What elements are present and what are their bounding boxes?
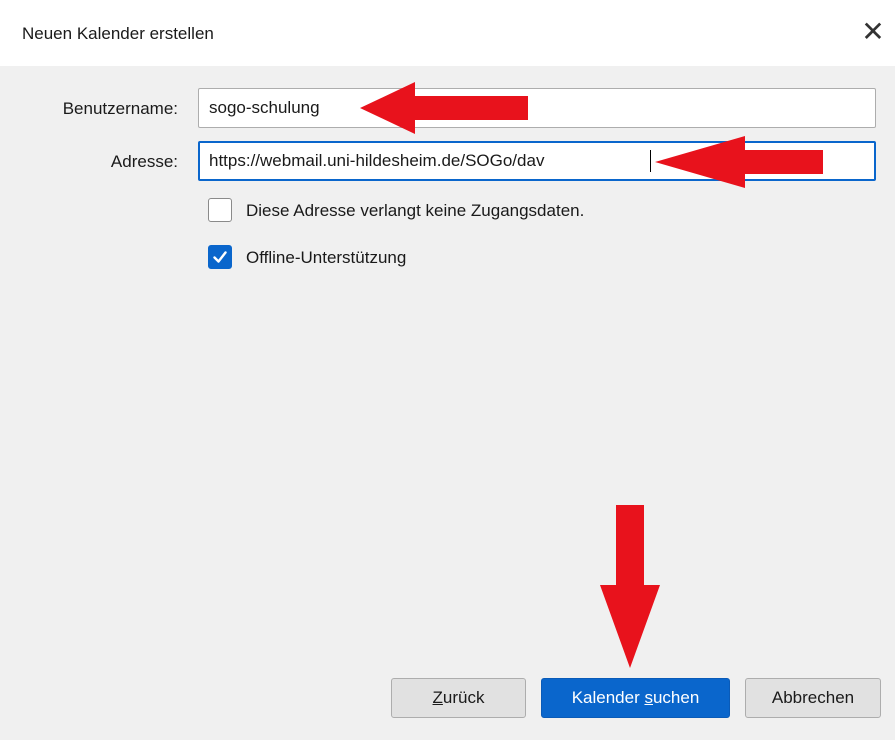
search-button-prefix: Kalender: [571, 688, 645, 707]
title-bar: Neuen Kalender erstellen ✕: [0, 0, 895, 66]
search-button-accesskey: s: [644, 688, 653, 707]
offline-support-checkbox[interactable]: [208, 245, 232, 269]
checkmark-icon: [213, 251, 227, 263]
cancel-button[interactable]: Abbrechen: [745, 678, 881, 718]
search-calendar-button[interactable]: Kalender suchen: [541, 678, 730, 718]
back-button[interactable]: Zurück: [391, 678, 526, 718]
username-label: Benutzername:: [62, 99, 178, 118]
back-button-suffix: urück: [442, 688, 485, 707]
text-cursor: [650, 150, 651, 172]
offline-support-label[interactable]: Offline-Unterstützung: [246, 248, 406, 268]
red-arrow-annotation-username: [360, 82, 528, 134]
no-credentials-label[interactable]: Diese Adresse verlangt keine Zugangsdate…: [246, 201, 584, 221]
dialog-window: Neuen Kalender erstellen ✕ Benutzername:…: [0, 0, 895, 740]
red-arrow-annotation-address: [655, 136, 823, 188]
red-arrow-annotation-search: [600, 505, 660, 668]
search-button-suffix: uchen: [652, 688, 700, 707]
close-icon[interactable]: ✕: [855, 14, 891, 50]
dialog-title: Neuen Kalender erstellen: [22, 24, 214, 43]
username-input[interactable]: [198, 88, 876, 128]
no-credentials-checkbox[interactable]: [208, 198, 232, 222]
back-button-accesskey: Z: [432, 688, 443, 707]
address-label: Adresse:: [110, 152, 178, 171]
